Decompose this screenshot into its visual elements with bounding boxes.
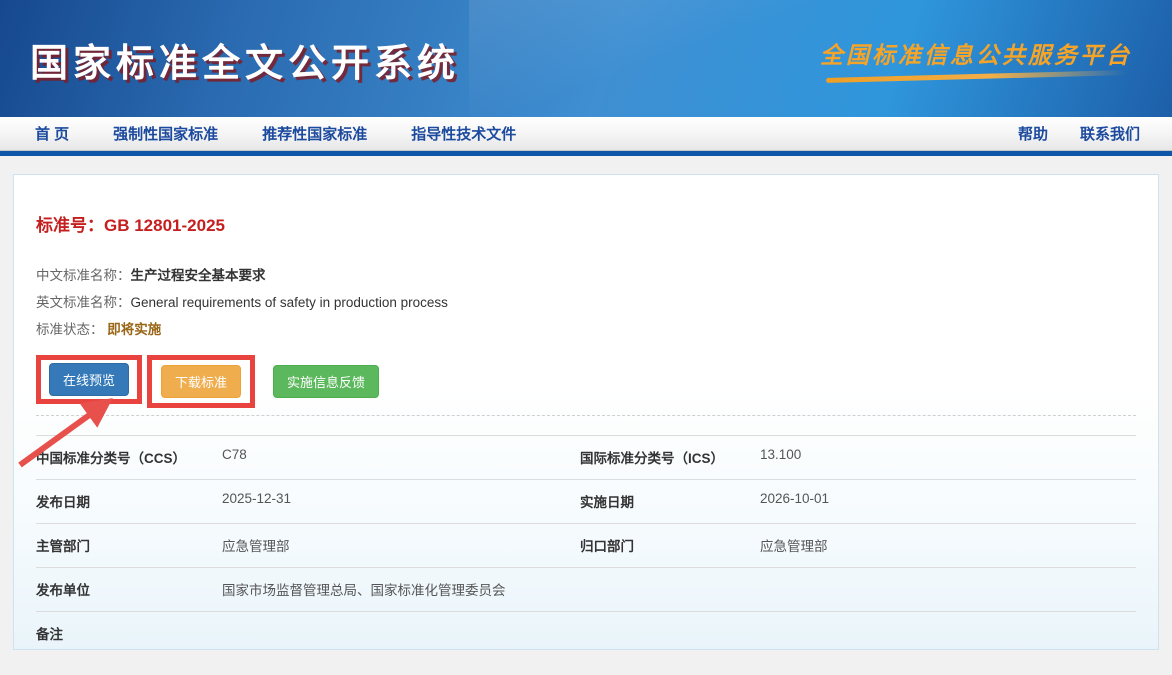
dashed-separator	[36, 415, 1136, 416]
standard-meta: 中文标准名称：生产过程安全基本要求 英文标准名称：General require…	[36, 262, 1136, 343]
nav-item-help[interactable]: 帮助	[1018, 123, 1048, 144]
table-row: 备注	[36, 612, 1136, 675]
standard-number-value: GB 12801-2025	[104, 216, 225, 235]
download-standard-button[interactable]: 下载标准	[161, 365, 241, 398]
nav-item-guiding-documents[interactable]: 指导性技术文件	[411, 123, 516, 144]
table-row: 发布日期 2025-12-31 实施日期 2026-10-01	[36, 480, 1136, 524]
issuing-unit-label: 发布单位	[36, 568, 222, 612]
implementation-feedback-button[interactable]: 实施信息反馈	[273, 365, 379, 398]
standard-detail-panel: 标准号：GB 12801-2025 中文标准名称：生产过程安全基本要求 英文标准…	[13, 174, 1159, 650]
ccs-label: 中国标准分类号（CCS）	[36, 436, 222, 480]
table-row: 中国标准分类号（CCS） C78 国际标准分类号（ICS） 13.100	[36, 436, 1136, 480]
remarks-value	[222, 612, 1136, 675]
nav-item-home[interactable]: 首 页	[35, 123, 69, 144]
english-name-value: General requirements of safety in produc…	[131, 295, 448, 310]
standard-attributes-table: 中国标准分类号（CCS） C78 国际标准分类号（ICS） 13.100 发布日…	[36, 435, 1136, 675]
platform-logo: 全国标准信息公共服务平台	[820, 36, 1132, 79]
standard-number-label: 标准号：	[36, 216, 104, 235]
implement-date-label: 实施日期	[580, 480, 760, 524]
chinese-name-value: 生产过程安全基本要求	[131, 268, 266, 283]
remarks-label: 备注	[36, 612, 222, 675]
nav-right-group: 帮助 联系我们	[1018, 123, 1140, 144]
centralized-dept-value: 应急管理部	[760, 524, 1136, 568]
status-label: 标准状态：	[36, 322, 104, 337]
standard-number-heading: 标准号：GB 12801-2025	[36, 211, 1136, 236]
meta-row-english-name: 英文标准名称：General requirements of safety in…	[36, 289, 1136, 316]
english-name-label: 英文标准名称：	[36, 295, 131, 310]
issuing-unit-value: 国家市场监督管理总局、国家标准化管理委员会	[222, 568, 1136, 612]
publish-date-value: 2025-12-31	[222, 480, 580, 524]
ccs-value: C78	[222, 436, 580, 480]
ics-label: 国际标准分类号（ICS）	[580, 436, 760, 480]
meta-row-chinese-name: 中文标准名称：生产过程安全基本要求	[36, 262, 1136, 289]
table-row: 主管部门 应急管理部 归口部门 应急管理部	[36, 524, 1136, 568]
chinese-name-label: 中文标准名称：	[36, 268, 131, 283]
centralized-dept-label: 归口部门	[580, 524, 760, 568]
competent-dept-value: 应急管理部	[222, 524, 580, 568]
nav-item-mandatory-standards[interactable]: 强制性国家标准	[113, 123, 218, 144]
meta-row-status: 标准状态： 即将实施	[36, 316, 1136, 343]
logo-swoosh-underline	[826, 70, 1126, 83]
implement-date-value: 2026-10-01	[760, 480, 1136, 524]
status-value: 即将实施	[107, 322, 161, 337]
action-button-row: 在线预览 下载标准 实施信息反馈	[36, 355, 1136, 408]
annotation-box-preview: 在线预览	[36, 355, 142, 404]
main-navigation: 首 页 强制性国家标准 推荐性国家标准 指导性技术文件 帮助 联系我们	[0, 117, 1172, 151]
annotation-box-download: 下载标准	[147, 355, 255, 408]
competent-dept-label: 主管部门	[36, 524, 222, 568]
page-body: 标准号：GB 12801-2025 中文标准名称：生产过程安全基本要求 英文标准…	[0, 156, 1172, 666]
site-title: 国家标准全文公开系统	[30, 32, 460, 87]
table-row: 发布单位 国家市场监督管理总局、国家标准化管理委员会	[36, 568, 1136, 612]
nav-item-contact-us[interactable]: 联系我们	[1080, 123, 1140, 144]
nav-left-group: 首 页 强制性国家标准 推荐性国家标准 指导性技术文件	[35, 123, 516, 144]
platform-logo-text: 全国标准信息公共服务平台	[820, 36, 1132, 70]
publish-date-label: 发布日期	[36, 480, 222, 524]
nav-item-recommended-standards[interactable]: 推荐性国家标准	[262, 123, 367, 144]
site-banner: 国家标准全文公开系统 全国标准信息公共服务平台	[0, 0, 1172, 117]
ics-value: 13.100	[760, 436, 1136, 480]
online-preview-button[interactable]: 在线预览	[49, 363, 129, 396]
